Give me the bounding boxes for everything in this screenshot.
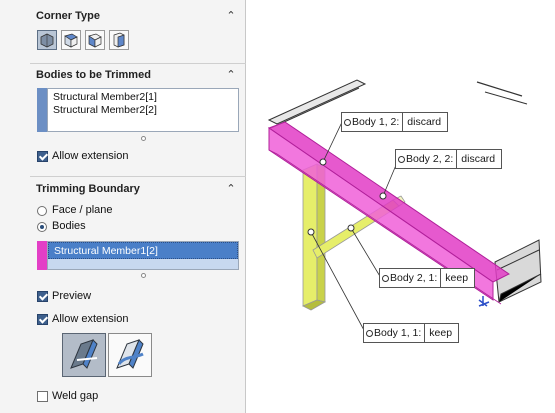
bodies-to-trim-title: Bodies to be Trimmed: [36, 69, 151, 81]
boundary-selection-color-bar: [37, 241, 47, 270]
model-geometry: [267, 79, 542, 333]
preview-label: Preview: [52, 290, 92, 302]
callout-body-1-1[interactable]: Body 1, 1: keep: [363, 323, 460, 343]
listbox-resize-handle[interactable]: [141, 273, 146, 278]
bodies-radio[interactable]: [37, 222, 47, 232]
trimming-boundary-collapse-chevron-icon[interactable]: ⌃: [225, 184, 237, 195]
callout-body-label: Body 2, 2:: [396, 150, 456, 168]
callout-body-label: Body 1, 1:: [364, 324, 424, 342]
callout-state-toggle[interactable]: keep: [424, 324, 458, 342]
callout-body-label: Body 2, 1:: [380, 269, 440, 287]
trimming-boundary-listbox[interactable]: Structural Member1[2]: [47, 241, 239, 270]
trimming-boundary-title: Trimming Boundary: [36, 183, 140, 195]
preview-checkbox[interactable]: [37, 291, 48, 302]
weld-gap-checkbox[interactable]: [37, 391, 48, 402]
listbox-resize-handle[interactable]: [141, 136, 146, 141]
end-trim-icon[interactable]: [37, 30, 57, 50]
property-manager-panel: Corner Type ⌃ Bodies to be Trimmed ⌃ Str…: [0, 0, 246, 413]
section-divider: [30, 176, 246, 177]
listbox-empty-row: [48, 259, 238, 269]
trim-bodies-icon[interactable]: [108, 333, 152, 377]
list-item-selected[interactable]: Structural Member1[2]: [48, 242, 238, 259]
callout-body-2-2[interactable]: Body 2, 2: discard: [395, 149, 503, 169]
graphics-viewport[interactable]: Body 1, 2: discard Body 2, 2: discard Bo…: [247, 0, 555, 413]
face-plane-radio[interactable]: [37, 206, 47, 216]
corner-type-collapse-chevron-icon[interactable]: ⌃: [225, 11, 237, 22]
callout-body-1-2[interactable]: Body 1, 2: discard: [341, 112, 449, 132]
list-item[interactable]: Structural Member2[1]: [48, 91, 238, 104]
weld-gap-label: Weld gap: [52, 390, 99, 402]
bodies-allow-extension-checkbox[interactable]: [37, 151, 48, 162]
bodies-to-trim-collapse-chevron-icon[interactable]: ⌃: [225, 70, 237, 81]
face-plane-label: Face / plane: [52, 204, 113, 216]
callout-state-toggle[interactable]: keep: [440, 269, 474, 287]
callout-state-toggle[interactable]: discard: [402, 113, 447, 131]
trim-planar-icon[interactable]: [62, 333, 106, 377]
bodies-selection-color-bar: [37, 88, 47, 132]
end-miter-icon[interactable]: [61, 30, 81, 50]
boundary-allow-extension-label: Allow extension: [52, 313, 129, 325]
corner-type-title: Corner Type: [36, 10, 100, 22]
bodies-to-trim-listbox[interactable]: Structural Member2[1] Structural Member2…: [47, 88, 239, 132]
callout-state-toggle[interactable]: discard: [456, 150, 501, 168]
section-divider: [30, 63, 246, 64]
callout-body-label: Body 1, 2:: [342, 113, 402, 131]
bodies-allow-extension-label: Allow extension: [52, 150, 129, 162]
bodies-label: Bodies: [52, 220, 86, 232]
end-butt2-icon[interactable]: [109, 30, 129, 50]
boundary-allow-extension-checkbox[interactable]: [37, 314, 48, 325]
list-item[interactable]: Structural Member2[2]: [48, 104, 238, 117]
end-butt1-icon[interactable]: [85, 30, 105, 50]
callout-body-2-1[interactable]: Body 2, 1: keep: [379, 268, 476, 288]
